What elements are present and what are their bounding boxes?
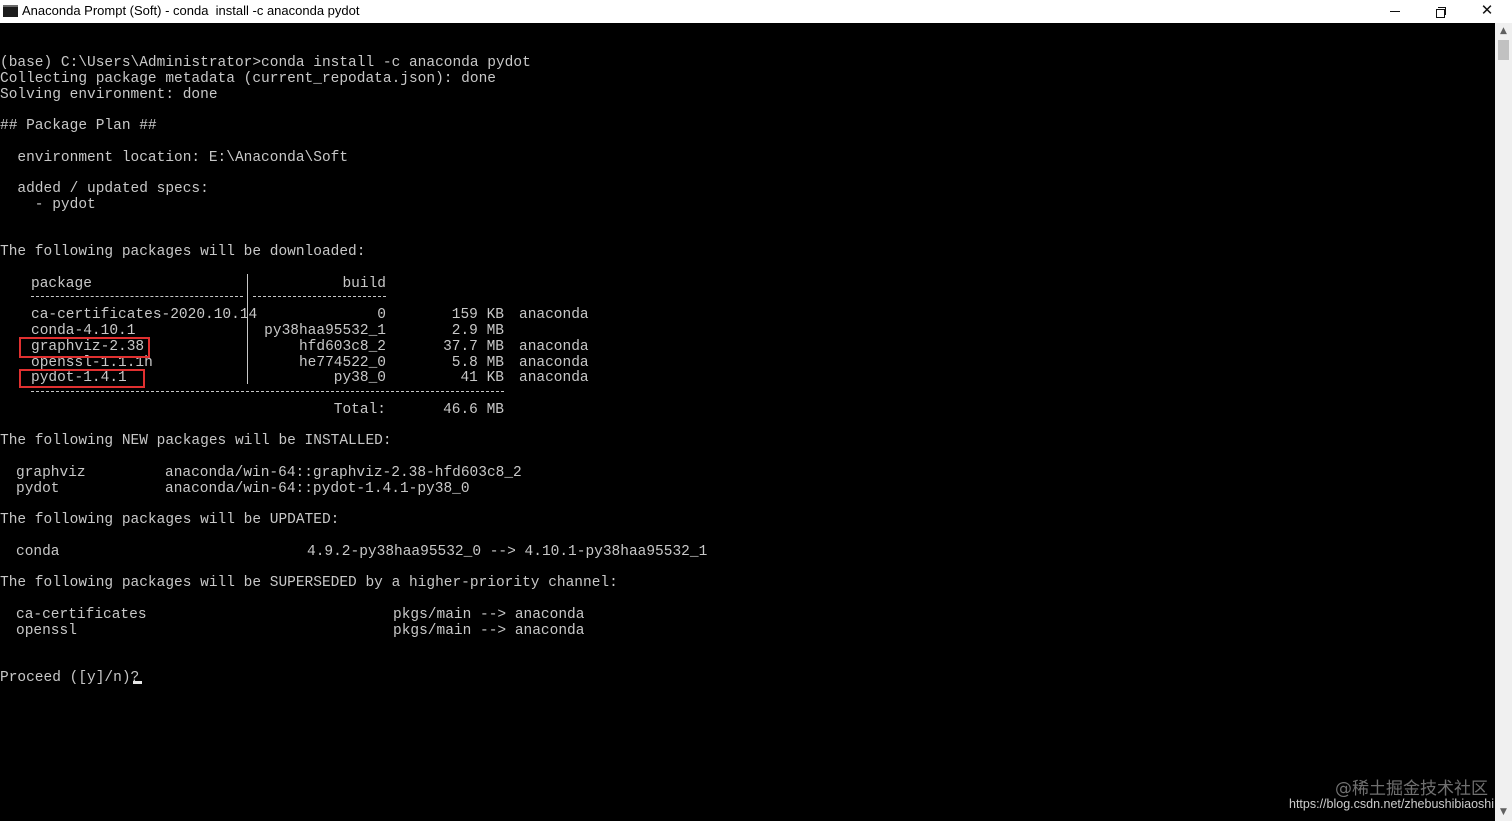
restore-icon bbox=[1436, 6, 1446, 18]
highlight-box-pydot bbox=[19, 369, 145, 388]
superseded-package-name: openssl bbox=[16, 623, 77, 639]
close-button[interactable]: ✕ bbox=[1464, 0, 1510, 23]
total-value: 46.6 MB bbox=[443, 402, 504, 418]
row-build: hfd603c8_2 bbox=[298, 339, 386, 355]
console-app-icon bbox=[3, 5, 18, 17]
row-build: py38_0 bbox=[333, 370, 386, 386]
status-solving: Solving environment: done bbox=[0, 87, 218, 103]
row-build: he774522_0 bbox=[298, 355, 386, 371]
minimize-icon bbox=[1390, 11, 1400, 13]
updated-package-change: 4.9.2-py38haa95532_0 --> 4.10.1-py38haa9… bbox=[307, 544, 708, 560]
restore-button[interactable] bbox=[1418, 0, 1464, 23]
scroll-thumb[interactable] bbox=[1498, 40, 1509, 60]
row-size: 37.7 MB bbox=[443, 339, 504, 355]
new-package-name: pydot bbox=[16, 481, 60, 497]
superseded-package-change: pkgs/main --> anaconda bbox=[393, 607, 585, 623]
environment-location: environment location: E:\Anaconda\Soft bbox=[0, 150, 349, 166]
row-channel: anaconda bbox=[519, 307, 589, 323]
row-package: ca-certificates-2020.10.14 bbox=[31, 307, 258, 323]
row-size: 2.9 MB bbox=[451, 323, 504, 339]
added-specs-label: added / updated specs: bbox=[0, 181, 209, 197]
new-package-spec: anaconda/win-64::graphviz-2.38-hfd603c8_… bbox=[165, 465, 522, 481]
row-channel: anaconda bbox=[519, 370, 589, 386]
table-header-rule bbox=[253, 296, 386, 297]
close-icon: ✕ bbox=[1480, 2, 1494, 19]
proceed-prompt[interactable]: Proceed ([y]/n)? bbox=[0, 670, 139, 686]
table-header-package: package bbox=[31, 276, 92, 292]
spec-item: - pydot bbox=[0, 197, 96, 213]
row-channel: anaconda bbox=[519, 355, 589, 371]
window-title-bar[interactable]: Anaconda Prompt (Soft) - conda install -… bbox=[0, 0, 1512, 24]
table-column-divider bbox=[247, 274, 248, 384]
highlight-box-graphviz bbox=[19, 337, 150, 358]
command-line: (base) C:\Users\Administrator>conda inst… bbox=[0, 55, 531, 71]
window-title: Anaconda Prompt (Soft) - conda install -… bbox=[22, 3, 360, 18]
total-label: Total: bbox=[333, 402, 386, 418]
vertical-scrollbar[interactable]: ▲ ▼ bbox=[1495, 23, 1512, 821]
row-build: 0 bbox=[377, 307, 386, 323]
new-package-name: graphviz bbox=[16, 465, 86, 481]
new-package-spec: anaconda/win-64::pydot-1.4.1-py38_0 bbox=[165, 481, 470, 497]
table-header-build: build bbox=[342, 276, 386, 292]
row-channel: anaconda bbox=[519, 339, 589, 355]
status-collecting: Collecting package metadata (current_rep… bbox=[0, 71, 496, 87]
row-size: 5.8 MB bbox=[451, 355, 504, 371]
text-cursor bbox=[133, 681, 142, 684]
row-size: 41 KB bbox=[460, 370, 504, 386]
updated-packages-heading: The following packages will be UPDATED: bbox=[0, 512, 340, 528]
terminal-output[interactable]: (base) C:\Users\Administrator>conda inst… bbox=[0, 23, 1495, 821]
scroll-down-arrow-icon[interactable]: ▼ bbox=[1495, 804, 1512, 821]
watermark-url: https://blog.csdn.net/zhebushibiaoshi bbox=[1289, 797, 1494, 811]
minimize-button[interactable] bbox=[1372, 0, 1418, 23]
new-packages-heading: The following NEW packages will be INSTA… bbox=[0, 433, 392, 449]
package-plan-heading: ## Package Plan ## bbox=[0, 118, 157, 134]
row-size: 159 KB bbox=[451, 307, 504, 323]
updated-package-name: conda bbox=[16, 544, 60, 560]
table-header-rule bbox=[31, 296, 243, 297]
superseded-package-change: pkgs/main --> anaconda bbox=[393, 623, 585, 639]
download-heading: The following packages will be downloade… bbox=[0, 244, 366, 260]
superseded-package-name: ca-certificates bbox=[16, 607, 147, 623]
watermark-brand: @稀土掘金技术社区 bbox=[1335, 779, 1488, 799]
row-build: py38haa95532_1 bbox=[264, 323, 386, 339]
table-footer-rule bbox=[31, 391, 504, 392]
superseded-packages-heading: The following packages will be SUPERSEDE… bbox=[0, 575, 618, 591]
scroll-up-arrow-icon[interactable]: ▲ bbox=[1495, 23, 1512, 40]
